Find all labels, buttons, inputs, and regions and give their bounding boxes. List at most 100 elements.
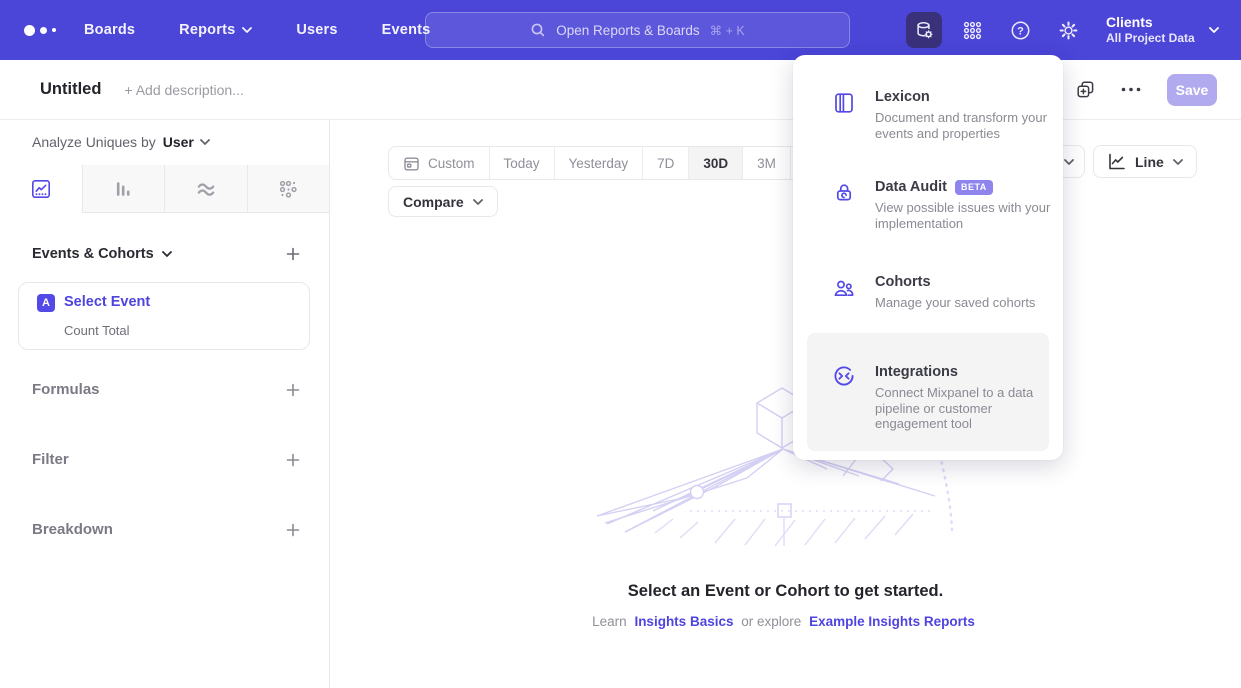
select-event-label[interactable]: Select Event [64, 294, 150, 310]
line-chart-icon [1107, 152, 1126, 171]
range-3m-label: 3M [757, 156, 776, 171]
empty-state-title: Select an Event or Cohort to get started… [330, 582, 1241, 601]
lexicon-description: Document and transform your events and p… [875, 110, 1060, 141]
compare-dropdown[interactable]: Compare [388, 186, 498, 217]
range-today-label: Today [504, 156, 540, 171]
range-yesterday-label: Yesterday [569, 156, 629, 171]
settings-button[interactable] [1050, 12, 1086, 48]
add-description-field[interactable]: + Add description... [124, 82, 243, 98]
nav-events[interactable]: Events [382, 22, 431, 38]
formulas-label: Formulas [32, 381, 100, 398]
cohorts-people-icon [832, 276, 856, 300]
analyze-label: Analyze Uniques by [32, 134, 156, 150]
plus-icon [285, 246, 301, 262]
count-total-label[interactable]: Count Total [64, 323, 130, 338]
cohorts-title: Cohorts [875, 273, 931, 291]
lexicon-book-icon [832, 91, 856, 115]
nav-boards[interactable]: Boards [84, 22, 135, 38]
range-3m[interactable]: 3M [742, 147, 790, 179]
ellipsis-icon [1121, 87, 1141, 92]
plus-icon [285, 382, 301, 398]
nav-reports-label: Reports [179, 22, 235, 38]
events-cohorts-header[interactable]: Events & Cohorts [32, 246, 172, 262]
top-navbar: Boards Reports Users Events Open Reports… [0, 0, 1241, 60]
apps-grid-button[interactable] [954, 12, 990, 48]
nav-reports[interactable]: Reports [179, 22, 252, 38]
chart-type-dropdown[interactable]: Line [1093, 145, 1197, 178]
tab-flow-chart[interactable] [164, 165, 247, 213]
calendar-icon [403, 155, 420, 172]
add-formula-button[interactable] [285, 382, 301, 398]
add-filter-button[interactable] [285, 452, 301, 468]
menu-item-lexicon[interactable]: Lexicon Document and transform your even… [793, 88, 1063, 141]
gear-icon [1058, 20, 1079, 41]
project-text: Clients All Project Data [1106, 14, 1195, 46]
metrics-tab-icon [277, 178, 299, 200]
range-7d-label: 7D [657, 156, 674, 171]
menu-item-text: Integrations Connect Mixpanel to a data … [875, 363, 1053, 432]
events-cohorts-section: Events & Cohorts [32, 246, 301, 262]
query-sidebar: Analyze Uniques by User [0, 120, 330, 688]
line-chart-tab-icon [30, 178, 52, 200]
analyze-by-dropdown[interactable]: User [163, 134, 210, 150]
breakdown-section: Breakdown [32, 521, 301, 538]
menu-item-cohorts[interactable]: Cohorts Manage your saved cohorts [793, 273, 1063, 311]
org-name: Clients [1106, 14, 1195, 31]
chevron-down-icon [162, 251, 172, 257]
help-button[interactable]: ? [1002, 12, 1038, 48]
global-search[interactable]: Open Reports & Boards ⌘ + K [425, 12, 850, 48]
add-breakdown-button[interactable] [285, 522, 301, 538]
data-management-button[interactable] [906, 12, 942, 48]
save-button[interactable]: Save [1167, 74, 1217, 106]
lexicon-title: Lexicon [875, 88, 930, 106]
range-30d[interactable]: 30D [688, 147, 742, 179]
menu-item-integrations[interactable]: Integrations Connect Mixpanel to a data … [807, 333, 1049, 451]
filter-label: Filter [32, 451, 69, 468]
chevron-down-icon [1209, 27, 1219, 33]
event-card[interactable]: A Select Event Count Total [18, 282, 310, 350]
menu-item-text: Cohorts Manage your saved cohorts [875, 273, 1060, 311]
data-audit-description: View possible issues with your implement… [875, 200, 1060, 231]
mixpanel-logo[interactable] [24, 25, 68, 36]
formulas-section: Formulas [32, 381, 301, 398]
nav-users[interactable]: Users [296, 22, 337, 38]
range-7d[interactable]: 7D [642, 147, 688, 179]
tab-metrics-grid[interactable] [247, 165, 330, 213]
navbar-actions: ? Clients All Project Data [906, 12, 1219, 48]
copy-plus-icon [1076, 80, 1095, 99]
add-event-button[interactable] [285, 246, 301, 262]
range-custom-label: Custom [428, 156, 475, 171]
chart-type-tabs [0, 165, 329, 213]
integrations-sync-icon [832, 364, 856, 388]
tab-line-chart[interactable] [0, 165, 82, 213]
chevron-down-icon [200, 139, 210, 145]
insights-basics-link[interactable]: Insights Basics [634, 614, 733, 629]
menu-item-data-audit[interactable]: Data Audit BETA View possible issues wit… [793, 178, 1063, 231]
analyze-row: Analyze Uniques by User [32, 134, 210, 150]
range-yesterday[interactable]: Yesterday [554, 147, 643, 179]
chevron-down-icon [242, 27, 252, 33]
beta-badge: BETA [955, 180, 993, 195]
more-options-button[interactable] [1121, 87, 1141, 92]
report-title[interactable]: Untitled [40, 80, 101, 99]
data-audit-title: Data Audit [875, 178, 947, 196]
range-custom[interactable]: Custom [389, 147, 489, 179]
project-switcher[interactable]: Clients All Project Data [1106, 14, 1219, 46]
tab-bar-chart[interactable] [82, 165, 165, 213]
nav-boards-label: Boards [84, 22, 135, 38]
plus-icon [285, 452, 301, 468]
range-today[interactable]: Today [489, 147, 554, 179]
compare-label: Compare [403, 194, 464, 210]
help-icon: ? [1010, 20, 1031, 41]
flow-tab-icon [195, 178, 217, 200]
integrations-description: Connect Mixpanel to a data pipeline or c… [875, 385, 1053, 432]
integrations-title: Integrations [875, 363, 958, 381]
report-actions: Save [1076, 74, 1217, 106]
learn-text: Learn [592, 614, 627, 629]
duplicate-button[interactable] [1076, 80, 1095, 99]
date-range-control: Custom Today Yesterday 7D 30D 3M 6M [388, 146, 839, 180]
example-reports-link[interactable]: Example Insights Reports [809, 614, 975, 629]
analyze-by-value: User [163, 134, 194, 150]
plus-icon [285, 522, 301, 538]
search-placeholder: Open Reports & Boards [556, 23, 699, 38]
